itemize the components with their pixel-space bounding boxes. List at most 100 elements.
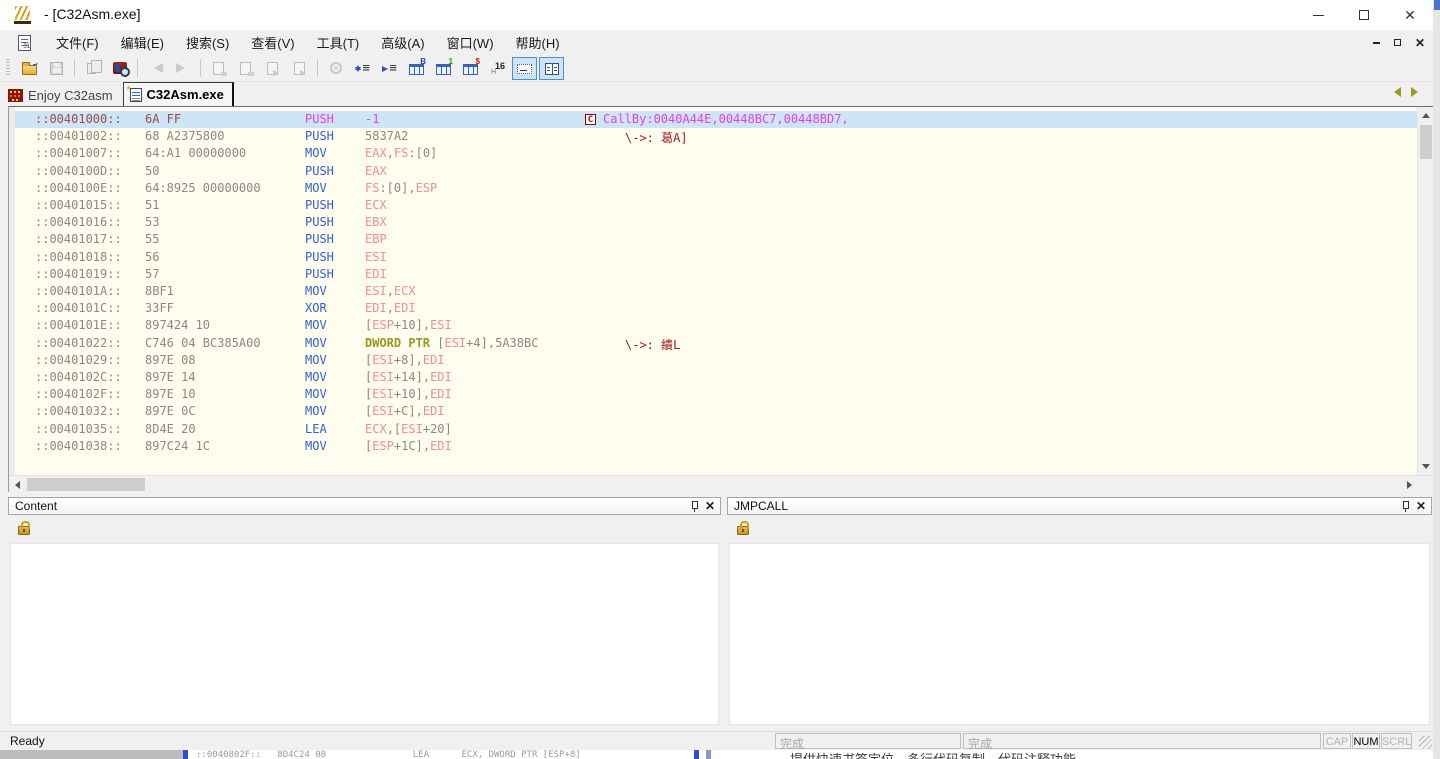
- operands: ECX,[ESI+20]: [365, 422, 452, 436]
- window-title: - [C32Asm.exe]: [44, 6, 140, 22]
- content-panel-body[interactable]: [10, 543, 719, 725]
- maximize-icon: [1359, 10, 1369, 20]
- disasm-row[interactable]: ::00401007::64:A1 00000000MOVEAX,FS:[0]: [15, 145, 1418, 162]
- disasm-row[interactable]: ::00401018::56PUSHESI: [15, 249, 1418, 266]
- indent-list-button[interactable]: [377, 57, 402, 80]
- menu-item-view[interactable]: 查看(V): [240, 30, 305, 55]
- command-line-toggle-button[interactable]: [512, 57, 537, 80]
- operands: [ESI+8],EDI: [365, 353, 445, 367]
- docked-panels: Content ✕ JMPCALL ✕: [0, 492, 1433, 731]
- find-button[interactable]: [107, 57, 132, 80]
- disasm-row[interactable]: ::00401029::897E 08MOV[ESI+8],EDI: [15, 352, 1418, 369]
- operands: 5837A2: [365, 129, 408, 143]
- toolbar-grip[interactable]: [6, 59, 10, 77]
- disasm-row[interactable]: ::00401017::55PUSHEBP: [15, 231, 1418, 248]
- operands: -1: [365, 112, 379, 126]
- scroll-up-button[interactable]: [1418, 107, 1434, 123]
- pin-button[interactable]: [1397, 499, 1413, 513]
- scroll-right-button[interactable]: [1402, 476, 1418, 493]
- jmpcall-panel-body[interactable]: [729, 543, 1430, 725]
- disasm-row[interactable]: ::00401022::C746 04 BC385A00MOVDWORD PTR…: [15, 335, 1418, 352]
- menu-item-search[interactable]: 搜索(S): [175, 30, 240, 55]
- menu-item-edit[interactable]: 编辑(E): [110, 30, 175, 55]
- operands: [ESI+C],EDI: [365, 404, 445, 418]
- minimize-button[interactable]: [1295, 0, 1341, 30]
- scroll-left-button[interactable]: [9, 476, 25, 493]
- mnemonic: PUSH: [305, 112, 334, 126]
- opcode-bytes: 64:8925 00000000: [145, 181, 261, 195]
- address: ::0040101A::: [35, 284, 122, 298]
- page-icon: [213, 62, 224, 75]
- disasm-row[interactable]: ::00401019::57PUSHEDI: [15, 266, 1418, 283]
- jmpcall-panel-header[interactable]: JMPCALL ✕: [727, 497, 1432, 515]
- chevron-left-icon: [11, 481, 20, 489]
- scroll-down-button[interactable]: [1418, 459, 1434, 475]
- mnemonic: XOR: [305, 301, 327, 315]
- disasm-row[interactable]: ::0040101E::897424 10MOV[ESP+10],ESI: [15, 317, 1418, 334]
- call-reference-icon[interactable]: C: [585, 114, 596, 125]
- toolbar: [0, 55, 1433, 82]
- disasm-row[interactable]: ::0040100E::64:8925 00000000MOVFS:[0],ES…: [15, 180, 1418, 197]
- mnemonic: MOV: [305, 146, 327, 160]
- lock-icon[interactable]: [737, 526, 749, 535]
- mnemonic: MOV: [305, 439, 327, 453]
- disasm-row[interactable]: ::00401038::897C24 1CMOV[ESP+1C],EDI: [15, 438, 1418, 455]
- mdi-minimize-button[interactable]: [1373, 42, 1380, 44]
- operands: EDI,EDI: [365, 301, 416, 315]
- close-button[interactable]: ✕: [1387, 0, 1433, 30]
- menu-item-help[interactable]: 帮助(H): [505, 30, 571, 55]
- tab-c32asm-exe[interactable]: C32Asm.exe: [123, 82, 234, 106]
- menu-item-window[interactable]: 窗口(W): [436, 30, 505, 55]
- panel-close-button[interactable]: ✕: [1413, 499, 1429, 513]
- split-view-toggle-button[interactable]: [539, 57, 564, 80]
- tab-enjoy[interactable]: Enjoy C32asm: [2, 84, 121, 106]
- operands: EBX: [365, 215, 387, 229]
- disasm-row[interactable]: ::00401015::51PUSHECX: [15, 197, 1418, 214]
- content-panel-header[interactable]: Content ✕: [8, 497, 721, 515]
- tab-scroll-right-icon[interactable]: [1411, 87, 1423, 97]
- disasm-row[interactable]: ::00401035::8D4E 20LEAECX,[ESI+20]: [15, 421, 1418, 438]
- background-disasm-text: ::0040802F:: 8D4C24 08 LEA ECX, DWORD PT…: [196, 750, 581, 759]
- operands: FS:[0],ESP: [365, 181, 437, 195]
- disasm-row[interactable]: ::00401032::897E 0CMOV[ESI+C],EDI: [15, 403, 1418, 420]
- radix-convert-button[interactable]: [485, 57, 510, 80]
- disasm-row[interactable]: ::0040101C::33FFXOREDI,EDI: [15, 300, 1418, 317]
- disasm-row[interactable]: ::00401002::68 A2375800PUSH5837A2\->: 葛A…: [15, 128, 1418, 145]
- arrow-left-icon: [149, 63, 163, 73]
- disassembly-view[interactable]: ::00401000::6A FFPUSH-1CCallBy:0040A44E,…: [8, 106, 1433, 492]
- sort-icon: [355, 62, 370, 75]
- menu-item-file[interactable]: 文件(F): [45, 30, 110, 55]
- goto-address-button[interactable]: [350, 57, 375, 80]
- tab-bar: Enjoy C32asmC32Asm.exe: [0, 82, 1433, 106]
- lock-icon[interactable]: [18, 526, 30, 535]
- mdi-restore-button[interactable]: [1394, 39, 1401, 46]
- tab-scroll-left-icon[interactable]: [1389, 87, 1401, 97]
- open-file-button[interactable]: [17, 57, 42, 80]
- disasm-row[interactable]: ::0040101A::8BF1MOVESI,ECX: [15, 283, 1418, 300]
- menu-item-advanced[interactable]: 高级(A): [370, 30, 435, 55]
- string-view-button[interactable]: [458, 57, 483, 80]
- vertical-scroll-thumb[interactable]: [1420, 125, 1432, 159]
- hex-edit-button[interactable]: [404, 57, 429, 80]
- disasm-row[interactable]: ::0040102F::897E 10MOV[ESI+10],EDI: [15, 386, 1418, 403]
- refresh-button: [323, 57, 348, 80]
- disasm-row[interactable]: ::00401016::53PUSHEBX: [15, 214, 1418, 231]
- disasm-row[interactable]: ::0040100D::50PUSHEAX: [15, 163, 1418, 180]
- panel-close-button[interactable]: ✕: [702, 499, 718, 513]
- disasm-row[interactable]: ::00401000::6A FFPUSH-1CCallBy:0040A44E,…: [15, 111, 1418, 128]
- pin-button[interactable]: [686, 499, 702, 513]
- data-view-button[interactable]: [431, 57, 456, 80]
- horizontal-scrollbar[interactable]: [9, 475, 1434, 492]
- copy-icon: [87, 63, 96, 74]
- maximize-button[interactable]: [1341, 0, 1387, 30]
- horizontal-scroll-thumb[interactable]: [27, 478, 145, 491]
- mdi-document-icon[interactable]: [18, 35, 31, 51]
- disasm-row[interactable]: ::0040102C::897E 14MOV[ESI+14],EDI: [15, 369, 1418, 386]
- opcode-bytes: 53: [145, 215, 159, 229]
- menu-item-tools[interactable]: 工具(T): [306, 30, 371, 55]
- vertical-scrollbar[interactable]: [1417, 107, 1433, 475]
- mdi-close-button[interactable]: ✕: [1415, 37, 1425, 49]
- disassembly-listing[interactable]: ::00401000::6A FFPUSH-1CCallBy:0040A44E,…: [15, 107, 1418, 475]
- resize-grip[interactable]: [1419, 736, 1432, 749]
- mnemonic: PUSH: [305, 198, 334, 212]
